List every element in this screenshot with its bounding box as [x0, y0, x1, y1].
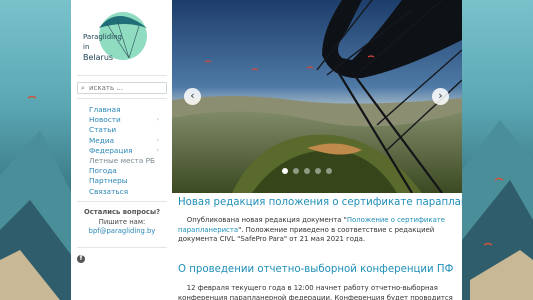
contact-question: Остались вопросы? [83, 208, 161, 216]
slider-dot[interactable] [304, 168, 310, 174]
nav-item-label: Новости [89, 115, 121, 125]
article-body: 12 февраля текущего года в 12:00 начнет … [178, 284, 456, 300]
nav-item-label: Погода [89, 166, 117, 176]
chevron-left-icon: ‹ [190, 89, 195, 102]
chevron-right-icon: › [438, 89, 443, 102]
nav-item-label: Медиа [89, 135, 115, 145]
divider [77, 98, 167, 99]
article-title[interactable]: О проведении отчетно-выборной конференци… [178, 264, 453, 275]
article-title[interactable]: Новая редакция положения о сертификате п… [178, 197, 462, 208]
nav-item-flying-sites[interactable]: Летные места РБ [89, 156, 167, 166]
slider-dot[interactable] [315, 168, 321, 174]
divider [77, 201, 167, 202]
divider [77, 247, 167, 248]
slider-prev-button[interactable]: ‹ [184, 88, 201, 105]
chevron-right-icon: › [156, 116, 159, 124]
search-box: ⌕ [77, 82, 167, 94]
nav-item-media[interactable]: Медиа › [89, 136, 167, 146]
slider-dots [282, 168, 332, 174]
sidebar: Paragliding in Belarus ⌕ Главная Новости… [71, 0, 172, 300]
slider-next-button[interactable]: › [432, 88, 449, 105]
facebook-icon[interactable]: f [77, 255, 85, 263]
chevron-right-icon: › [156, 136, 159, 144]
contact-email-link[interactable]: bpf@paragliding.by [77, 227, 167, 237]
nav-item-label: Летные места РБ [89, 155, 156, 165]
article-text: 12 февраля текущего года в 12:00 начнет … [178, 284, 453, 300]
logo-text-line1: Paragliding [83, 33, 122, 41]
nav-item-news[interactable]: Новости › [89, 115, 167, 125]
hero-slider: ‹ › [172, 0, 462, 193]
article-body: Опубликована новая редакция документа "П… [178, 216, 456, 245]
nav-item-partners[interactable]: Партнеры [89, 176, 167, 186]
nav-item-label: Статьи [89, 125, 117, 135]
article-text: Опубликована новая редакция документа " [186, 216, 347, 224]
nav-item-weather[interactable]: Погода [89, 166, 167, 176]
contact-prompt: Пишите нам: [98, 217, 146, 226]
logo-text-line3: Belarus [83, 53, 114, 62]
slider-dot[interactable] [293, 168, 299, 174]
nav-item-home[interactable]: Главная [89, 105, 167, 115]
divider [77, 75, 167, 76]
nav-item-label: Партнеры [89, 176, 128, 186]
search-input[interactable] [89, 83, 165, 93]
nav-item-label: Главная [89, 105, 121, 114]
slider-dot[interactable] [282, 168, 288, 174]
main-content: ‹ › Новая редакция положения о сертифика… [172, 0, 462, 300]
slide-image [172, 0, 462, 193]
main-nav: Главная Новости › Статьи Медиа › Федерация… [89, 105, 167, 197]
nav-item-label: Связаться [89, 186, 129, 196]
nav-item-articles[interactable]: Статьи [89, 125, 167, 135]
chevron-right-icon: › [156, 146, 159, 154]
nav-item-federation[interactable]: Федерация › [89, 146, 167, 156]
site-logo[interactable]: Paragliding in Belarus [77, 6, 155, 68]
logo-text-line2: in [83, 43, 90, 51]
search-icon: ⌕ [81, 84, 85, 92]
contact-block: Остались вопросы? Пишите нам: bpf@paragl… [77, 208, 167, 237]
nav-item-contact[interactable]: Связаться [89, 187, 167, 197]
nav-item-label: Федерация [89, 145, 133, 155]
slider-dot[interactable] [326, 168, 332, 174]
